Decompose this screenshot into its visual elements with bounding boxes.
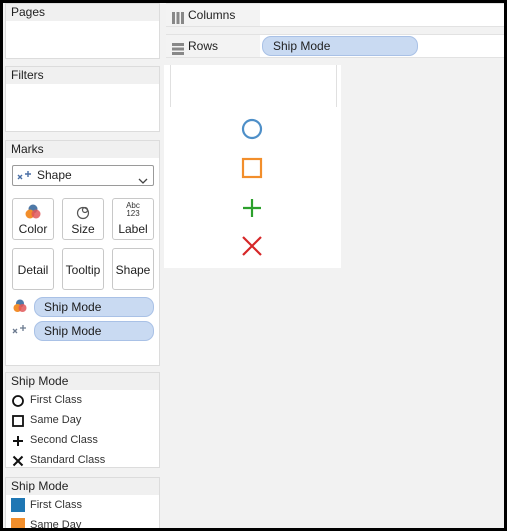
rows-shelf[interactable]: Rows Ship Mode <box>166 34 504 58</box>
size-button[interactable]: Size <box>62 198 104 240</box>
label-button[interactable]: Abc 123 Label <box>112 198 154 240</box>
shape-legend: Ship Mode First Class Same Day Second Cl… <box>5 372 160 468</box>
tableau-workspace: Pages Filters Marks Shape Color Size Abc… <box>3 3 504 528</box>
legend-item-label: Same Day <box>30 414 82 426</box>
columns-icon <box>172 9 184 31</box>
legend-item[interactable]: First Class <box>6 495 159 515</box>
color-button-label: Color <box>18 222 48 236</box>
first-class-circle-mark[interactable] <box>241 118 263 140</box>
color-swatch <box>11 518 25 528</box>
standard-class-cross-mark[interactable] <box>242 236 262 256</box>
rows-ship-mode-pill-label: Ship Mode <box>273 39 331 53</box>
mark-type-dropdown[interactable]: Shape <box>12 165 154 186</box>
label-icon: Abc 123 <box>113 202 153 218</box>
color-legend-title: Ship Mode <box>6 478 159 495</box>
rows-icon <box>172 40 184 62</box>
color-encoding-pill[interactable]: Ship Mode <box>34 297 154 317</box>
marks-card-title: Marks <box>6 141 159 158</box>
tooltip-button-label: Tooltip <box>65 263 101 277</box>
legend-item[interactable]: Same Day <box>6 410 159 430</box>
legend-item[interactable]: Second Class <box>6 430 159 450</box>
pages-card[interactable]: Pages <box>5 3 160 59</box>
columns-shelf[interactable]: Columns <box>166 3 504 27</box>
shape-encoding-pill-label: Ship Mode <box>44 324 102 338</box>
legend-item[interactable]: Same Day <box>6 515 159 528</box>
filters-card-title: Filters <box>6 67 159 84</box>
shape-encoding-icon <box>12 324 28 339</box>
size-icon <box>63 204 103 220</box>
color-button[interactable]: Color <box>12 198 54 240</box>
same-day-square-mark[interactable] <box>241 157 263 179</box>
legend-item-label: First Class <box>30 394 82 406</box>
mark-type-value: Shape <box>37 168 72 182</box>
filters-card[interactable]: Filters <box>5 66 160 132</box>
legend-item-label: Standard Class <box>30 454 106 466</box>
shape-button[interactable]: Shape <box>112 248 154 290</box>
second-class-plus-mark[interactable] <box>243 199 261 217</box>
rows-shelf-text: Rows <box>188 39 219 53</box>
detail-button-label: Detail <box>17 263 49 277</box>
marks-card: Marks Shape Color Size Abc 123 Label Det… <box>5 140 160 366</box>
columns-shelf-label: Columns <box>166 4 260 26</box>
color-icon <box>13 204 53 220</box>
color-legend: Ship Mode First Class Same Day <box>5 477 160 528</box>
shape-encoding-pill[interactable]: Ship Mode <box>34 321 154 341</box>
detail-button[interactable]: Detail <box>12 248 54 290</box>
legend-item-label: Same Day <box>30 519 82 528</box>
color-encoding-pill-label: Ship Mode <box>44 300 102 314</box>
shape-button-label: Shape <box>115 263 151 277</box>
legend-item[interactable]: Standard Class <box>6 450 159 470</box>
shape-mark-icon <box>17 169 33 188</box>
rows-ship-mode-pill[interactable]: Ship Mode <box>262 36 418 56</box>
legend-item-label: First Class <box>30 499 82 511</box>
cross-icon <box>12 454 24 474</box>
legend-item-label: Second Class <box>30 434 98 446</box>
columns-shelf-text: Columns <box>188 8 236 22</box>
rows-shelf-label: Rows <box>166 35 260 57</box>
chevron-down-icon <box>138 172 148 191</box>
viz-view <box>164 65 341 268</box>
tooltip-button[interactable]: Tooltip <box>62 248 104 290</box>
label-icon-123: 123 <box>126 209 140 218</box>
label-button-label: Label <box>118 222 148 236</box>
shape-legend-title: Ship Mode <box>6 373 159 390</box>
pages-card-title: Pages <box>6 4 159 21</box>
size-button-label: Size <box>71 222 95 236</box>
color-swatch <box>11 498 25 512</box>
legend-item[interactable]: First Class <box>6 390 159 410</box>
color-encoding-icon <box>12 299 28 316</box>
